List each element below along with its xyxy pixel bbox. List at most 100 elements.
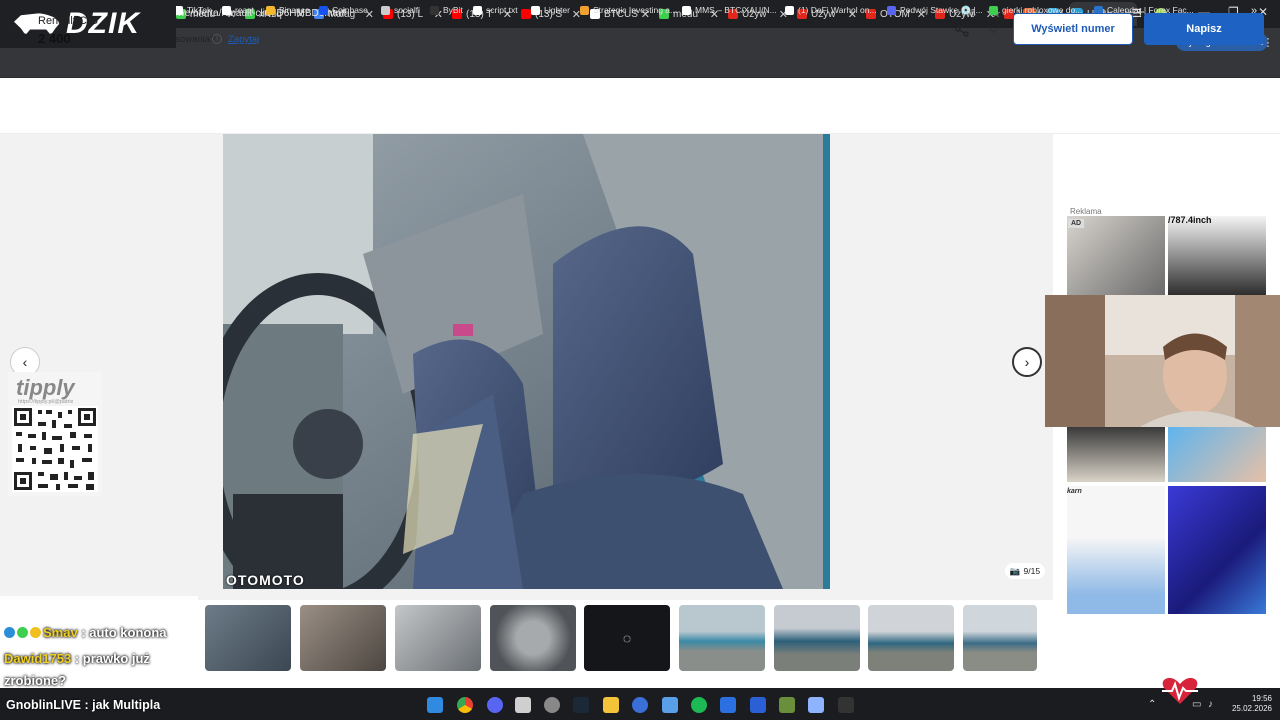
bookmark-item[interactable]: Lighter xyxy=(531,5,570,15)
camera-icon: 📷 xyxy=(1009,565,1021,576)
bookmark-label: Strategic Investing a... xyxy=(593,5,678,15)
bookmark-label: socialfi xyxy=(394,5,420,15)
bookmark-item[interactable]: ByBit xyxy=(430,5,463,15)
tray-chevron-icon[interactable]: ⌃ xyxy=(1148,699,1156,710)
badge-icon xyxy=(17,627,28,638)
bookmark-item[interactable]: MMS – BTC/XAU/N... xyxy=(682,5,777,15)
thumbnail[interactable] xyxy=(963,605,1037,671)
bookmark-favicon-icon xyxy=(473,5,482,15)
bookmark-item[interactable]: Binance xyxy=(266,5,310,15)
bookmark-item[interactable]: TikTok xyxy=(174,5,211,15)
badge-icon xyxy=(4,627,15,638)
app-icon[interactable] xyxy=(515,697,531,713)
app-icon[interactable] xyxy=(662,697,678,713)
write-message-button[interactable]: Napisz xyxy=(1144,13,1264,45)
bookmark-item[interactable]: (1) DeFi Warhol on... xyxy=(785,5,877,15)
ask-link[interactable]: Zapytaj xyxy=(228,34,259,45)
bookmark-item[interactable]: Coinbase xyxy=(319,5,368,15)
chat-bubble-icon: ◌ xyxy=(622,630,632,646)
tab-favicon-icon xyxy=(521,9,531,19)
bookmark-label: Podwój Stawkę 💿 |... xyxy=(900,5,983,15)
bookmark-label: (1) DeFi Warhol on... xyxy=(798,5,877,15)
steam-icon[interactable] xyxy=(573,697,589,713)
bookmark-item[interactable]: Strategic Investing a... xyxy=(580,5,677,15)
currency: PLN xyxy=(75,34,95,45)
bookmark-item[interactable]: socialfi xyxy=(381,5,420,15)
tipply-url: https://tipply.pl/@patrix xyxy=(18,399,74,405)
thumbnail[interactable] xyxy=(395,605,481,671)
video-thumbnail[interactable]: ◌ xyxy=(584,605,670,671)
app-icon[interactable] xyxy=(838,697,854,713)
car-name: Renault Clio xyxy=(38,15,98,27)
ad-tag: AD xyxy=(1068,219,1085,228)
chat-message: Dawid1753 : prawko już xyxy=(4,651,150,666)
ad-image[interactable] xyxy=(1168,486,1266,614)
bookmark-label: Binance xyxy=(279,5,310,15)
tipply-logo: tipply xyxy=(16,375,75,400)
chat-message: zrobione? xyxy=(4,673,67,688)
chrome-icon[interactable] xyxy=(457,697,473,713)
bookmark-item[interactable]: Podwój Stawkę 💿 |... xyxy=(887,5,983,16)
bookmarks-bar xyxy=(0,56,1280,78)
ad-label: Reklama xyxy=(1070,207,1102,216)
ad-image[interactable] xyxy=(1067,427,1165,482)
bookmark-favicon-icon xyxy=(580,5,589,15)
ad-brand: karn xyxy=(1067,488,1082,495)
next-photo-chevron-icon[interactable]: › xyxy=(1012,347,1042,377)
taskbar-clock[interactable]: 19:56 25.02.2026 xyxy=(1228,694,1272,714)
thumbnail[interactable] xyxy=(868,605,954,671)
obs-icon[interactable] xyxy=(544,697,560,713)
bookmark-item[interactable]: react xyxy=(222,5,254,15)
network-icon[interactable]: ▭ xyxy=(1192,699,1201,710)
app-icon[interactable] xyxy=(750,697,766,713)
file-explorer-icon[interactable] xyxy=(603,697,619,713)
thumbnail[interactable] xyxy=(490,605,576,671)
car-interior-photo xyxy=(223,134,830,589)
bookmark-favicon-icon xyxy=(531,5,540,15)
chat-message: Smav : auto konona xyxy=(4,625,167,640)
notepad-icon[interactable] xyxy=(808,697,824,713)
ad-image[interactable] xyxy=(1168,216,1266,296)
app-icon[interactable] xyxy=(779,697,795,713)
share-icon[interactable] xyxy=(954,21,970,40)
thumbnail[interactable] xyxy=(205,605,291,671)
listing-header xyxy=(0,78,1280,134)
bookmark-label: script.txt xyxy=(486,5,518,15)
favorite-heart-icon[interactable]: ♡ xyxy=(986,18,1001,38)
bookmark-favicon-icon xyxy=(887,6,896,15)
app-icon[interactable] xyxy=(720,697,736,713)
app-icon[interactable] xyxy=(632,697,648,713)
photo-counter: 📷 9/15 xyxy=(1005,563,1045,579)
bookmark-favicon-icon xyxy=(381,5,390,15)
streamer-webcam xyxy=(1045,295,1280,427)
volume-icon[interactable]: ♪ xyxy=(1208,699,1213,710)
ad-image[interactable] xyxy=(1168,427,1266,482)
price: 2 400 xyxy=(38,31,71,46)
spotify-icon[interactable] xyxy=(691,697,707,713)
bookmark-favicon-icon xyxy=(430,5,439,15)
bookmark-label: ByBit xyxy=(443,5,463,15)
bookmark-label: Coinbase xyxy=(332,5,368,15)
thumbnail[interactable] xyxy=(774,605,860,671)
otomoto-watermark: OTOMOTO xyxy=(226,572,305,588)
chat-message: GnoblinLIVE : jak Multipla xyxy=(6,698,161,712)
finance-question: Potrzebujesz finansowania? xyxy=(97,34,216,45)
thumbnail[interactable] xyxy=(300,605,386,671)
ad-image[interactable] xyxy=(1067,216,1165,296)
windows-start-icon[interactable] xyxy=(427,697,443,713)
back-arrow-icon[interactable]: ‹ xyxy=(12,18,18,39)
bookmark-label: TikTok xyxy=(187,5,212,15)
bookmark-favicon-icon xyxy=(989,5,998,15)
bookmark-favicon-icon xyxy=(319,5,328,15)
bookmark-favicon-icon xyxy=(222,5,231,15)
info-icon[interactable]: i xyxy=(212,34,222,44)
ad-image[interactable] xyxy=(1067,486,1165,614)
discord-icon[interactable] xyxy=(487,697,503,713)
show-number-button[interactable]: Wyświetl numer xyxy=(1013,13,1133,45)
bookmark-item[interactable]: script.txt xyxy=(473,5,518,15)
badge-icon xyxy=(30,627,41,638)
bookmark-label: Lighter xyxy=(544,5,570,15)
bookmark-label: MMS – BTC/XAU/N... xyxy=(695,5,777,15)
ad-size-text: /787.4inch xyxy=(1168,215,1212,225)
thumbnail[interactable] xyxy=(679,605,765,671)
